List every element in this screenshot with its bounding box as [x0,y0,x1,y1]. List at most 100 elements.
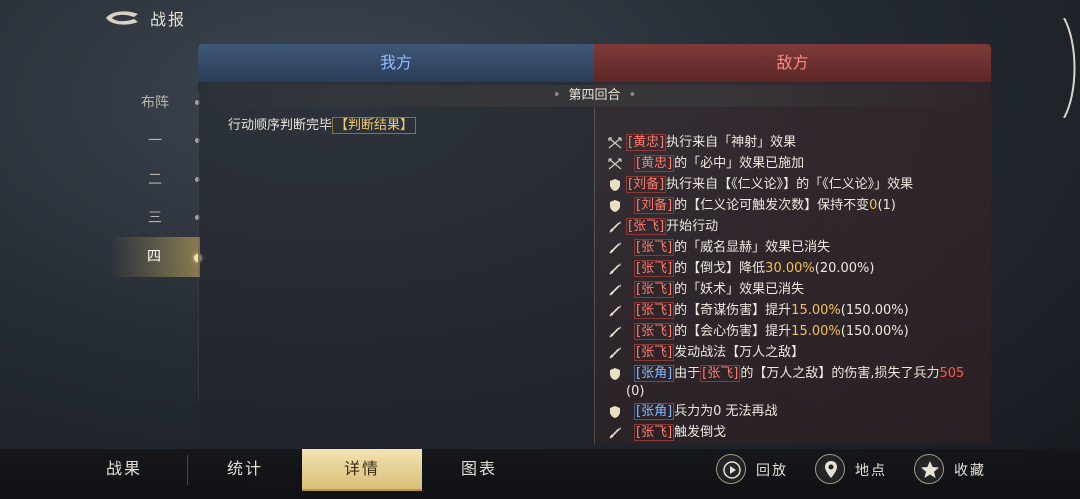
log-text: [刘备] 执行来自【《仁义论》】的「《仁义论》」效果 [626,176,913,194]
judgement-result-link[interactable]: 【判断结果】 [332,117,417,134]
log-fragment: (150.00%) [840,324,909,339]
general-name-tag[interactable]: [张飞] [634,344,675,361]
general-name-tag[interactable]: [张角] [634,403,675,420]
log-text: [张飞] 开始行动 [626,218,718,236]
tab-enemy[interactable]: 敌方 [594,44,991,82]
tab-statistics[interactable]: 统计 [188,449,302,491]
decorative-arc-icon [1063,18,1076,118]
battle-report-panel: 我方 敌方 • 第四回合 • 行动顺序判断完毕 【判断结果】 [黄忠] 执行来自「神射」… [198,44,991,444]
favorite-label: 收藏 [954,463,986,479]
log-text: [黄忠] 的「必中」效果已施加 [634,155,804,173]
crossed-bow-icon [608,157,622,171]
action-order-line: 行动顺序判断完毕 【判断结果】 [228,114,417,134]
spear-icon [608,346,622,360]
spear-icon [608,304,622,318]
value-text: 30.00% [765,261,815,276]
log-text: [张飞] 的【会心伤害】提升15.00%(150.00%) [634,323,909,341]
log-fragment: 兵力为0 无法再战 [674,404,778,419]
log-text: [张角] 由于 [张飞] 的【万人之敌】的伤害,损失了兵力505 (0) [626,365,965,401]
general-name-tag[interactable]: [张飞] [634,239,675,256]
location-label: 地点 [855,463,887,479]
page-title: 战报 [150,10,187,29]
general-name-tag[interactable]: [张飞] [634,260,675,277]
side-nav-item-round-2[interactable]: 二 [110,167,200,193]
general-name-tag[interactable]: [张角] [634,365,675,382]
general-name-tag[interactable]: [黄忠] [634,155,675,172]
log-fragment: (1) [877,198,896,213]
log-continuation: (0) [626,384,645,399]
log-fragment: 的【奇谋伤害】提升 [674,303,792,318]
log-text: [张飞] 发动战法【万人之敌】 [634,344,804,362]
general-name-tag[interactable]: [张飞] [700,365,741,382]
side-nav-label: 布阵 [141,95,169,111]
play-icon [716,454,746,484]
tab-details[interactable]: 详情 [302,449,422,491]
location-pin-icon [815,454,845,484]
side-nav-label: 四 [147,249,161,265]
log-text: [张飞] 的【倒戈】降低30.00%(20.00%) [634,260,874,278]
log-fragment: 执行来自【《仁义论》】的「《仁义论》」效果 [666,177,914,192]
favorite-button[interactable]: 收藏 [914,454,994,486]
log-text: [张飞] 的【奇谋伤害】提升15.00%(150.00%) [634,302,909,320]
general-name-tag[interactable]: [刘备] [626,176,667,193]
round-label: 第四回合 [568,88,621,103]
log-fragment: 的【倒戈】降低 [674,261,766,276]
general-name-tag[interactable]: [张飞] [634,424,675,441]
action-order-text: 行动顺序判断完毕 [228,118,333,133]
general-name-tag[interactable]: [张飞] [634,323,675,340]
value-text: 15.00% [791,303,841,318]
round-header: • 第四回合 • [198,85,991,107]
side-nav-item-round-3[interactable]: 三 [110,205,200,231]
shield-icon [608,199,622,213]
log-fragment: 的「威名显赫」效果已消失 [674,240,831,255]
replay-label: 回放 [756,463,788,479]
log-fragment: (150.00%) [840,303,909,318]
log-fragment: 的【会心伤害】提升 [674,324,792,339]
panel-divider [594,108,595,444]
spear-icon [608,241,622,255]
back-icon[interactable] [104,8,140,28]
log-fragment: 触发倒戈 [674,425,727,440]
general-name-tag[interactable]: [黄忠] [626,134,667,151]
side-nav-item-formation[interactable]: 布阵 [110,90,200,116]
log-text: [黄忠] 执行来自「神射」效果 [626,134,796,152]
crossed-bow-icon [608,136,622,150]
side-nav-label: 三 [148,210,162,226]
general-name-tag[interactable]: [张飞] [634,281,675,298]
log-text: [张飞] 的「妖术」效果已消失 [634,281,804,299]
side-nav-item-round-1[interactable]: 一 [110,128,200,154]
side-nav-label: 一 [148,133,162,149]
log-text: [张角] 兵力为0 无法再战 [634,403,778,421]
spear-icon [608,426,622,440]
log-text: [刘备] 的【仁义论可触发次数】保持不变0(1) [634,197,896,215]
spear-icon [608,325,622,339]
general-name-tag[interactable]: [刘备] [634,197,675,214]
tab-results[interactable]: 战果 [60,449,188,491]
log-fragment: 的【仁义论可触发次数】保持不变 [674,198,870,213]
spear-icon [608,283,622,297]
damage-value: 505 [939,366,965,381]
log-fragment: 执行来自「神射」效果 [666,135,797,150]
shield-icon [608,178,622,192]
ours-side-area [198,82,594,444]
value-text: 15.00% [791,324,841,339]
star-icon [914,454,944,484]
tab-charts[interactable]: 图表 [422,449,536,491]
log-fragment: (20.00%) [814,261,875,276]
bottom-bar: 战果 统计 详情 图表 回放 地点 收藏 [0,449,1080,499]
location-button[interactable]: 地点 [815,454,895,486]
tab-ours[interactable]: 我方 [198,44,594,82]
log-fragment: 由于 [674,366,701,381]
log-text: [张飞] 的「威名显赫」效果已消失 [634,239,830,257]
replay-button[interactable]: 回放 [716,454,796,486]
general-name-tag[interactable]: [张飞] [626,218,667,235]
shield-icon [608,405,622,419]
log-fragment: 开始行动 [666,219,719,234]
spear-icon [608,220,622,234]
spear-icon [608,262,622,276]
side-nav-label: 二 [148,172,162,188]
shield-icon [608,367,622,381]
general-name-tag[interactable]: [张飞] [634,302,675,319]
log-text: [张飞] 触发倒戈 [634,424,726,442]
side-nav-item-round-4[interactable]: 四 [110,237,202,277]
